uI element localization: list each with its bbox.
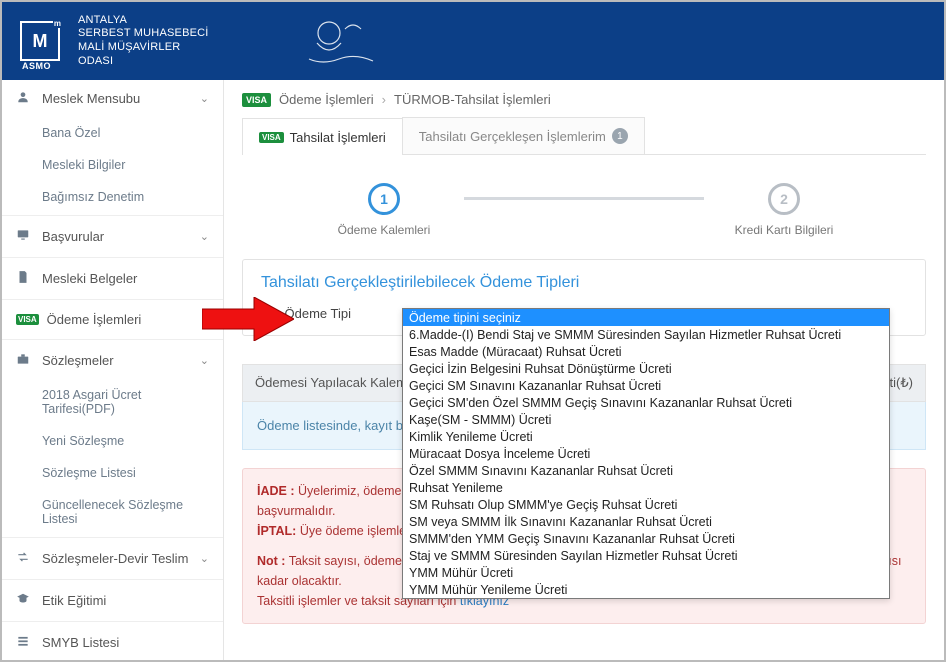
breadcrumb: VISA Ödeme İşlemleri › TÜRMOB-Tahsilat İ… bbox=[242, 92, 926, 107]
dropdown-option[interactable]: SM veya SMMM İlk Sınavını Kazananlar Ruh… bbox=[403, 513, 889, 530]
sidebar-item-asgari-ucret-tarifesi[interactable]: 2018 Asgari Ücret Tarifesi(PDF) bbox=[2, 379, 223, 425]
app-header: M ASMO m ANTALYA SERBEST MUHASEBECİ MALİ… bbox=[2, 2, 944, 80]
chevron-down-icon: ⌄ bbox=[200, 230, 209, 243]
sidebar-item-guncellenecek-sozlesme[interactable]: Güncellenecek Sözleşme Listesi bbox=[2, 489, 223, 535]
dropdown-option[interactable]: Geçici SM Sınavını Kazananlar Ruhsat Ücr… bbox=[403, 377, 889, 394]
monitor-icon bbox=[16, 228, 34, 245]
transfer-icon bbox=[16, 550, 34, 567]
list-icon bbox=[16, 634, 34, 651]
sidebar-item-yeni-sozlesme[interactable]: Yeni Sözleşme bbox=[2, 425, 223, 457]
step-connector bbox=[464, 197, 704, 200]
sidebar-group-basvurular[interactable]: Başvurular ⌄ bbox=[2, 218, 223, 255]
dropdown-option-placeholder[interactable]: Ödeme tipini seçiniz bbox=[403, 309, 889, 326]
sidebar-group-devir-teslim[interactable]: Sözleşmeler-Devir Teslim ⌄ bbox=[2, 540, 223, 577]
sidebar-group-meslek-mensubu[interactable]: Meslek Mensubu ⌄ bbox=[2, 80, 223, 117]
tab-label: Tahsilat İşlemleri bbox=[290, 130, 386, 145]
sidebar-item-etik-egitimi[interactable]: Etik Eğitimi bbox=[2, 582, 223, 619]
briefcase-icon bbox=[16, 352, 34, 369]
sidebar-group-sozlesmeler[interactable]: Sözleşmeler ⌄ bbox=[2, 342, 223, 379]
stepper: 1 Ödeme Kalemleri 2 Kredi Kartı Bilgiler… bbox=[242, 183, 926, 237]
chevron-down-icon: ⌄ bbox=[200, 552, 209, 565]
sidebar-item-sozlesme-listesi[interactable]: Sözleşme Listesi bbox=[2, 457, 223, 489]
step-number: 2 bbox=[768, 183, 800, 215]
sidebar-group-mesleki-belgeler[interactable]: Mesleki Belgeler bbox=[2, 260, 223, 297]
annotation-arrow-icon bbox=[202, 297, 294, 344]
dropdown-option[interactable]: Özel SMMM Sınavını Kazananlar Ruhsat Ücr… bbox=[403, 462, 889, 479]
step-label: Ödeme Kalemleri bbox=[338, 223, 431, 237]
dropdown-option[interactable]: Kaşe(SM - SMMM) Ücreti bbox=[403, 411, 889, 428]
sidebar-item-bana-ozel[interactable]: Bana Özel bbox=[2, 117, 223, 149]
count-badge: 1 bbox=[612, 128, 628, 144]
dropdown-option[interactable]: Geçici SM'den Özel SMMM Geçiş Sınavını K… bbox=[403, 394, 889, 411]
sidebar: Meslek Mensubu ⌄ Bana Özel Mesleki Bilgi… bbox=[2, 80, 224, 660]
dropdown-option[interactable]: Esas Madde (Müracaat) Ruhsat Ücreti bbox=[403, 343, 889, 360]
tab-label: Tahsilatı Gerçekleşen İşlemlerim bbox=[419, 129, 606, 144]
tabs: VISA Tahsilat İşlemleri Tahsilatı Gerçek… bbox=[242, 117, 926, 155]
notice-iptal-label: İPTAL: bbox=[257, 524, 296, 538]
dropdown-option[interactable]: YMM Mühür Yenileme Ücreti bbox=[403, 581, 889, 598]
visa-badge-icon: VISA bbox=[259, 132, 284, 143]
breadcrumb-separator-icon: › bbox=[382, 92, 386, 107]
logo-sub: ASMO bbox=[20, 61, 53, 71]
logo-sup: m bbox=[53, 19, 62, 28]
logo: M ASMO m bbox=[20, 21, 60, 61]
panel-title: Tahsilatı Gerçekleştirilebilecek Ödeme T… bbox=[261, 274, 907, 292]
chevron-down-icon: ⌄ bbox=[200, 92, 209, 105]
step-number: 1 bbox=[368, 183, 400, 215]
notice-iade-label: İADE : bbox=[257, 484, 295, 498]
dropdown-option[interactable]: Kimlik Yenileme Ücreti bbox=[403, 428, 889, 445]
notice-not-label: Not : bbox=[257, 554, 285, 568]
chevron-down-icon: ⌄ bbox=[200, 354, 209, 367]
org-name: ANTALYA SERBEST MUHASEBECİ MALİ MÜŞAVİRL… bbox=[78, 14, 209, 69]
dropdown-option[interactable]: Ruhsat Yenileme bbox=[403, 479, 889, 496]
sidebar-item-mesleki-bilgiler[interactable]: Mesleki Bilgiler bbox=[2, 149, 223, 181]
breadcrumb-item[interactable]: Ödeme İşlemleri bbox=[279, 92, 374, 107]
education-icon bbox=[16, 592, 34, 609]
visa-badge-icon: VISA bbox=[242, 93, 271, 107]
document-icon bbox=[16, 270, 34, 287]
dropdown-option[interactable]: Geçici İzin Belgesini Ruhsat Dönüştürme … bbox=[403, 360, 889, 377]
dropdown-option[interactable]: 6.Madde-(I) Bendi Staj ve SMMM Süresinde… bbox=[403, 326, 889, 343]
logo-letter: M bbox=[33, 31, 48, 52]
notice-iade-text: Üyelerimiz, ödeme iş bbox=[298, 484, 414, 498]
dropdown-option[interactable]: SMMM'den YMM Geçiş Sınavını Kazananlar R… bbox=[403, 530, 889, 547]
sidebar-group-odeme-islemleri[interactable]: VISA Ödeme İşlemleri ⌄ bbox=[2, 302, 223, 337]
step-kredi-karti: 2 Kredi Kartı Bilgileri bbox=[704, 183, 864, 237]
dropdown-option[interactable]: YMM Mühür Ücreti bbox=[403, 564, 889, 581]
dropdown-option[interactable]: Müracaat Dosya İnceleme Ücreti bbox=[403, 445, 889, 462]
visa-badge-icon: VISA bbox=[16, 314, 39, 325]
step-label: Kredi Kartı Bilgileri bbox=[735, 223, 834, 237]
breadcrumb-item: TÜRMOB-Tahsilat İşlemleri bbox=[394, 92, 551, 107]
odeme-tipi-dropdown[interactable]: Ödeme tipini seçiniz 6.Madde-(I) Bendi S… bbox=[402, 308, 890, 599]
notice-iptal-text: Üye ödeme işlemleri bbox=[300, 524, 413, 538]
user-icon bbox=[16, 90, 34, 107]
sidebar-item-bagimsiz-denetim[interactable]: Bağımsız Denetim bbox=[2, 181, 223, 213]
ataturk-signature-icon bbox=[299, 15, 387, 67]
step-odeme-kalemleri: 1 Ödeme Kalemleri bbox=[304, 183, 464, 237]
dropdown-option[interactable]: Staj ve SMMM Süresinden Sayılan Hizmetle… bbox=[403, 547, 889, 564]
dropdown-option[interactable]: SM Ruhsatı Olup SMMM'ye Geçiş Ruhsat Ücr… bbox=[403, 496, 889, 513]
tab-gerceklesen-islemler[interactable]: Tahsilatı Gerçekleşen İşlemlerim 1 bbox=[402, 117, 645, 154]
sidebar-item-smyb-listesi[interactable]: SMYB Listesi bbox=[2, 624, 223, 660]
tab-tahsilat-islemleri[interactable]: VISA Tahsilat İşlemleri bbox=[242, 118, 403, 155]
